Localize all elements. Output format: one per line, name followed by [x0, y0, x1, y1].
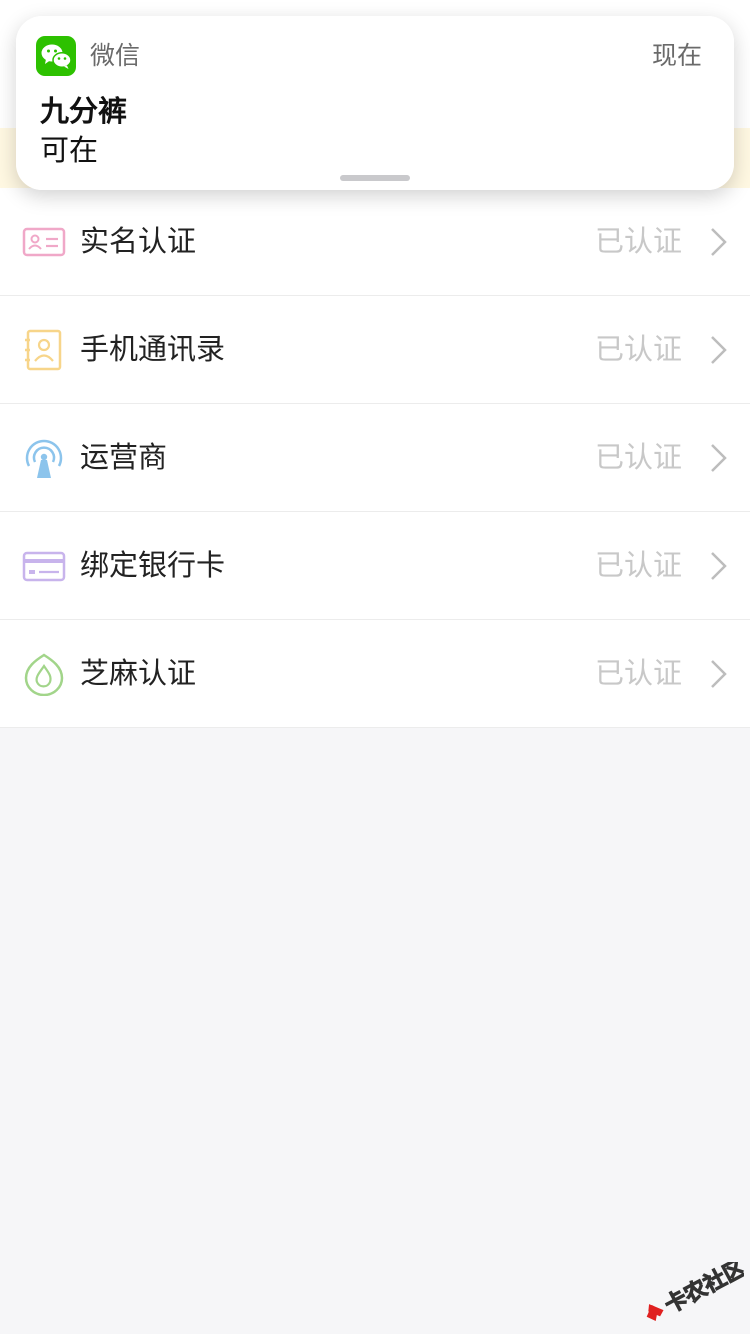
list-item-label: 运营商 — [80, 440, 168, 474]
wechat-icon — [36, 36, 76, 76]
notification-grabber-handle[interactable] — [340, 175, 410, 181]
verification-list: 实名认证 已认证 手机通讯录 已认证 运营商 已认证 绑定银行卡 已认证 芝麻认… — [0, 188, 750, 728]
id-card-icon — [22, 220, 66, 264]
list-item-carrier[interactable]: 运营商 已认证 — [0, 404, 750, 512]
sesame-icon — [22, 652, 66, 697]
contacts-icon — [22, 328, 66, 372]
chevron-right-icon — [708, 442, 728, 474]
list-item-label: 绑定银行卡 — [80, 548, 226, 582]
list-item-label: 芝麻认证 — [80, 656, 197, 690]
list-item-sesame[interactable]: 芝麻认证 已认证 — [0, 620, 750, 728]
status-text: 已认证 — [594, 656, 682, 690]
notification-app-name: 微信 — [90, 41, 141, 70]
status-text: 已认证 — [594, 548, 682, 582]
svg-text:卡农社区: 卡农社区 — [660, 1262, 744, 1319]
notification-title: 九分裤 — [40, 94, 128, 128]
chevron-right-icon — [708, 550, 728, 582]
status-text: 已认证 — [594, 224, 682, 258]
chevron-right-icon — [708, 334, 728, 366]
list-item-contacts[interactable]: 手机通讯录 已认证 — [0, 296, 750, 404]
notification-body: 可在 — [40, 133, 99, 167]
list-item-label: 手机通讯录 — [80, 332, 226, 366]
watermark-logo: 卡农社区 — [636, 1254, 750, 1322]
list-item-bank-card[interactable]: 绑定银行卡 已认证 — [0, 512, 750, 620]
chevron-right-icon — [708, 658, 728, 690]
status-text: 已认证 — [594, 332, 682, 366]
status-text: 已认证 — [594, 440, 682, 474]
list-item-label: 实名认证 — [80, 224, 197, 258]
chevron-right-icon — [708, 226, 728, 258]
list-item-real-name[interactable]: 实名认证 已认证 — [0, 188, 750, 296]
notification-time: 现在 — [651, 41, 702, 70]
signal-tower-icon — [22, 436, 66, 480]
wechat-notification-banner[interactable]: 微信 现在 九分裤 可在 — [16, 16, 734, 190]
bank-card-icon — [22, 544, 66, 588]
